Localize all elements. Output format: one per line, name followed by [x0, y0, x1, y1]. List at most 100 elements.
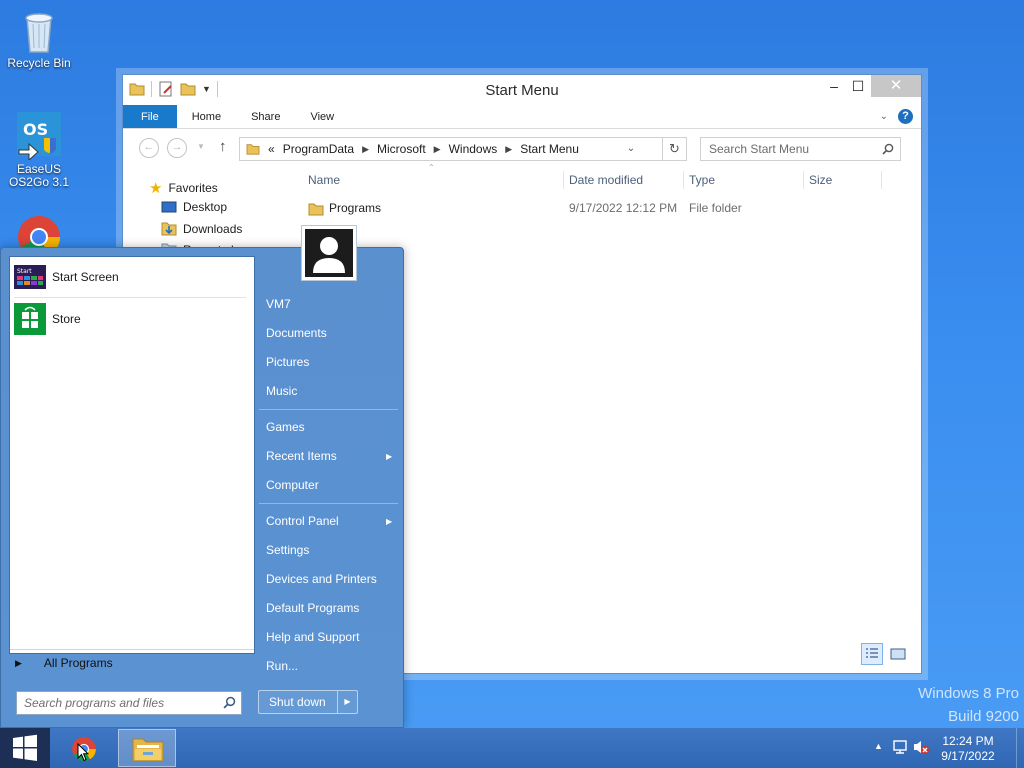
column-size[interactable]: Size	[809, 171, 832, 189]
start-links-divider	[259, 503, 398, 504]
taskbar-chrome[interactable]	[56, 729, 114, 767]
start-link-music[interactable]: Music	[266, 384, 297, 398]
recent-locations-icon[interactable]: ▼	[197, 142, 205, 151]
desktop-icon-recycle-bin[interactable]: Recycle Bin	[0, 6, 78, 70]
shutdown-button[interactable]: Shut down ▶	[258, 690, 358, 714]
start-link-settings[interactable]: Settings	[266, 543, 309, 557]
easeus-os2go-icon: OS	[17, 112, 61, 160]
nav-downloads-label: Downloads	[183, 221, 243, 236]
large-icons-view-icon[interactable]	[887, 643, 909, 665]
start-link-games[interactable]: Games	[266, 420, 305, 434]
start-link-default-programs[interactable]: Default Programs	[266, 601, 359, 615]
maximize-button[interactable]: ☐	[845, 75, 871, 97]
control-panel-arrow-icon: ▶	[386, 517, 393, 526]
pinned-start-screen[interactable]: Start Start Screen	[14, 265, 119, 289]
start-link-control-panel[interactable]: Control Panel	[266, 514, 339, 528]
address-overflow[interactable]: «	[268, 142, 275, 156]
pinned-store[interactable]: Store	[14, 303, 81, 335]
breadcrumb-arrow-icon[interactable]: ▶	[505, 144, 512, 155]
breadcrumb-arrow-icon[interactable]: ▶	[362, 144, 369, 155]
start-screen-icon: Start	[14, 265, 46, 289]
row-type: File folder	[689, 201, 742, 215]
forward-button[interactable]: →	[167, 138, 187, 158]
svg-text:Start: Start	[17, 268, 32, 275]
expand-ribbon-icon[interactable]: ⌄	[880, 111, 888, 122]
column-name[interactable]: Name	[308, 171, 340, 189]
desktop-icon-easeus[interactable]: OS EaseUS OS2Go 3.1	[0, 110, 78, 189]
downloads-icon	[161, 222, 177, 236]
start-links-divider	[259, 409, 398, 410]
tab-share[interactable]: Share	[236, 105, 295, 128]
column-divider[interactable]	[563, 171, 564, 189]
desktop-icon	[161, 201, 177, 212]
taskbar-file-explorer[interactable]	[118, 729, 176, 767]
nav-favorites[interactable]: ★ Favorites	[149, 179, 218, 197]
clock-time: 12:24 PM	[942, 734, 994, 748]
column-date-modified[interactable]: Date modified	[569, 171, 643, 189]
start-link-documents[interactable]: Documents	[266, 326, 327, 340]
start-search-placeholder: Search programs and files	[24, 696, 165, 710]
address-bar[interactable]: « ProgramData ▶ Microsoft ▶ Windows ▶ St…	[239, 137, 663, 161]
tab-home[interactable]: Home	[177, 105, 236, 128]
address-folder-icon	[246, 144, 260, 155]
taskbar: ▲ 12:24 PM 9/17/2022	[0, 728, 1024, 768]
row-name: Programs	[329, 201, 382, 215]
search-placeholder: Search Start Menu	[709, 142, 810, 156]
start-link-help-support[interactable]: Help and Support	[266, 630, 359, 644]
recycle-bin-label: Recycle Bin	[7, 56, 71, 70]
search-icon	[223, 696, 236, 709]
column-divider[interactable]	[803, 171, 804, 189]
nav-downloads[interactable]: Downloads	[161, 221, 242, 236]
store-label: Store	[52, 312, 81, 326]
all-programs-divider	[10, 649, 254, 650]
start-button[interactable]	[0, 728, 50, 768]
shutdown-label[interactable]: Shut down	[259, 691, 338, 713]
start-link-recent-items[interactable]: Recent Items	[266, 449, 337, 463]
windows-logo-icon	[13, 734, 37, 761]
start-menu: Start Start Screen Store ▶ All Programs …	[0, 225, 404, 728]
column-divider[interactable]	[683, 171, 684, 189]
back-button[interactable]: ←	[139, 138, 159, 158]
column-type[interactable]: Type	[689, 171, 715, 189]
start-link-run[interactable]: Run...	[266, 659, 298, 673]
tab-view[interactable]: View	[295, 105, 349, 128]
up-button[interactable]: ↑	[219, 138, 227, 155]
breadcrumb-programdata[interactable]: ProgramData	[283, 142, 354, 156]
minimize-button[interactable]: ‒	[821, 75, 847, 97]
search-input[interactable]: Search Start Menu	[700, 137, 901, 161]
recycle-bin-icon	[25, 13, 53, 53]
system-tray: ▲ 12:24 PM 9/17/2022	[864, 728, 1024, 768]
breadcrumb-windows[interactable]: Windows	[449, 142, 498, 156]
breadcrumb-start-menu[interactable]: Start Menu	[520, 142, 579, 156]
start-search-input[interactable]: Search programs and files	[16, 691, 242, 715]
user-avatar[interactable]	[301, 225, 357, 281]
breadcrumb-microsoft[interactable]: Microsoft	[377, 142, 426, 156]
shutdown-options-arrow-icon[interactable]: ▶	[338, 691, 357, 713]
start-link-user[interactable]: VM7	[266, 297, 291, 311]
column-divider[interactable]	[881, 171, 882, 189]
svg-text:OS: OS	[23, 120, 48, 139]
address-dropdown-icon[interactable]: ⌄	[622, 138, 640, 160]
volume-muted-icon[interactable]	[912, 739, 930, 755]
start-link-devices-printers[interactable]: Devices and Printers	[266, 572, 377, 586]
column-headers: Name ⌃ Date modified Type Size	[299, 163, 921, 193]
start-link-pictures[interactable]: Pictures	[266, 355, 309, 369]
network-icon[interactable]	[892, 739, 908, 755]
taskbar-clock[interactable]: 12:24 PM 9/17/2022	[937, 734, 999, 764]
show-hidden-icons-icon[interactable]: ▲	[874, 741, 883, 751]
close-button[interactable]: ✕	[871, 75, 921, 97]
file-explorer-icon	[132, 738, 164, 762]
start-link-computer[interactable]: Computer	[266, 478, 319, 492]
all-programs-button[interactable]: ▶ All Programs	[15, 656, 113, 670]
title-bar[interactable]: ▼ Start Menu ‒ ☐ ✕	[123, 75, 921, 105]
nav-desktop[interactable]: Desktop	[161, 200, 227, 214]
details-view-icon[interactable]	[861, 643, 883, 665]
help-icon[interactable]: ?	[898, 109, 913, 124]
breadcrumb-arrow-icon[interactable]: ▶	[434, 144, 441, 155]
sort-ascending-icon: ⌃	[428, 163, 435, 172]
all-programs-label: All Programs	[43, 656, 113, 670]
show-desktop-button[interactable]	[1016, 728, 1024, 768]
refresh-button[interactable]: ↻	[663, 137, 687, 161]
table-row[interactable]: Programs 9/17/2022 12:12 PM File folder	[299, 199, 921, 219]
tab-file[interactable]: File	[123, 105, 177, 128]
